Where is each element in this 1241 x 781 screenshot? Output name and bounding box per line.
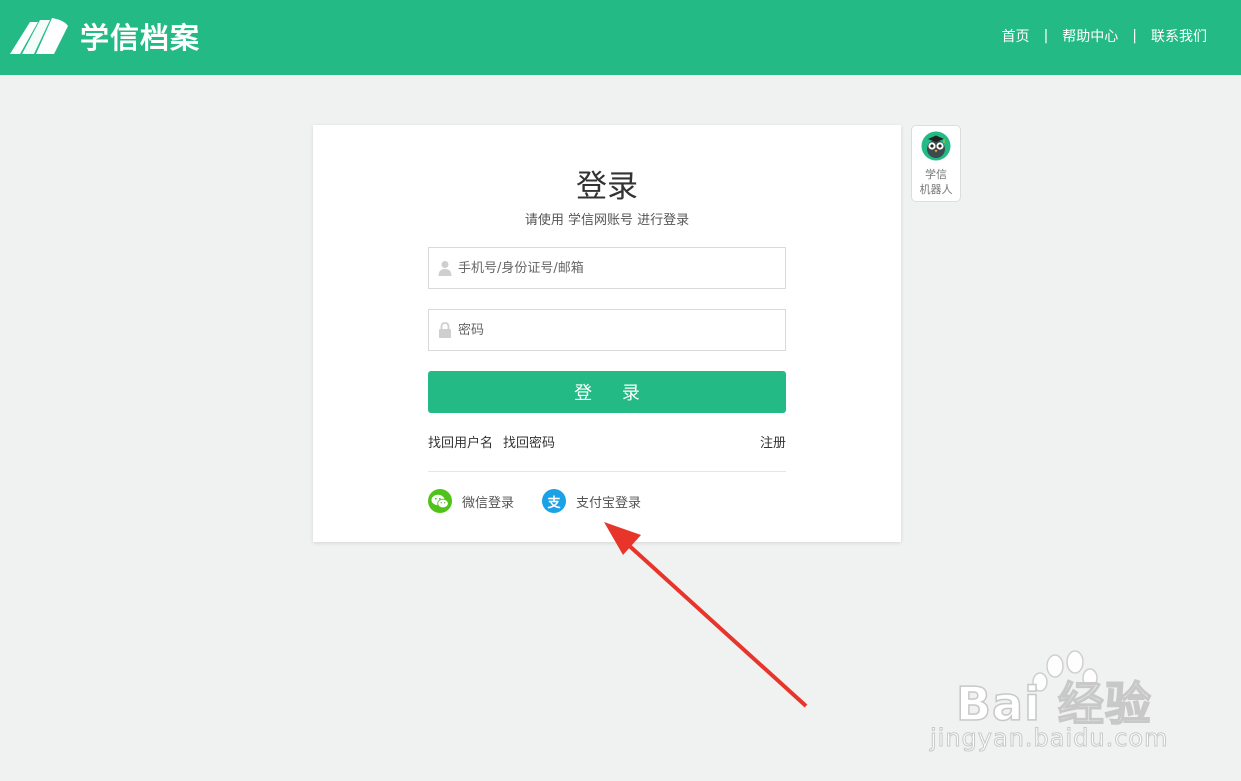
nav-separator: | [1043,28,1049,44]
nav-home-link[interactable]: 首页 [1002,26,1030,46]
user-icon [438,261,452,276]
username-field[interactable] [428,247,786,289]
top-nav: 首页 | 帮助中心 | 联系我们 [1002,26,1207,46]
alipay-login-label: 支付宝登录 [576,495,642,511]
account-links: 找回用户名 找回密码 注册 [428,432,786,451]
password-input[interactable] [458,310,785,350]
password-field[interactable] [428,309,786,351]
username-input[interactable] [458,248,785,288]
site-logo[interactable]: 学信档案 [8,14,200,58]
wechat-login-label: 微信登录 [462,495,515,511]
robot-avatar-icon [921,131,951,161]
robot-label-line2: 机器人 [919,183,953,196]
divider [428,471,786,472]
login-button[interactable]: 登 录 [428,371,786,413]
logo-text: 学信档案 [80,21,201,55]
robot-label-line1: 学信 [925,168,947,181]
login-card: 登录 请使用 学信网账号 进行登录 登 录 找回用户名找回密码 注册 [313,125,901,542]
lock-icon [439,322,451,338]
register-link[interactable]: 注册 [760,432,786,451]
find-password-link[interactable]: 找回密码 [503,436,555,451]
find-username-link[interactable]: 找回用户名 [428,436,493,451]
book-pages-icon [10,18,68,54]
wechat-icon [428,489,452,513]
robot-assistant-button[interactable]: 学信 机器人 [911,125,961,202]
nav-contact-link[interactable]: 联系我们 [1151,26,1207,46]
nav-separator: | [1132,28,1137,44]
nav-help-link[interactable]: 帮助中心 [1062,26,1118,46]
top-header: 学信档案 首页 | 帮助中心 | 联系我们 [0,0,1241,75]
watermark-url: jingyan.baidu.com [929,724,1169,753]
login-subtitle: 请使用 学信网账号 进行登录 [524,213,690,228]
alipay-login-button[interactable]: 支 支付宝登录 [542,489,641,513]
wechat-login-button[interactable]: 微信登录 [428,489,514,513]
login-title: 登录 [576,169,638,205]
alipay-icon: 支 [542,489,566,513]
